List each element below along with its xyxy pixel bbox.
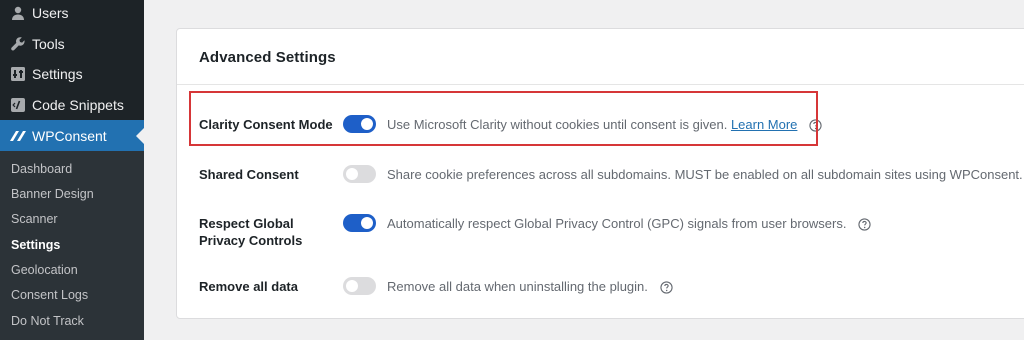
setting-label: Respect Global Privacy Controls	[199, 216, 303, 248]
submenu-item-consent-logs[interactable]: Consent Logs	[11, 288, 88, 302]
submenu-item-dashboard[interactable]: Dashboard	[11, 162, 72, 176]
highlight-annotation	[189, 91, 818, 146]
menu-item-label: Code Snippets	[32, 96, 124, 113]
description-text: Share cookie preferences across all subd…	[387, 167, 1023, 182]
help-icon[interactable]	[659, 281, 673, 294]
setting-description: Share cookie preferences across all subd…	[387, 167, 1024, 182]
menu-item-label: WPConsent	[32, 127, 107, 144]
remove-all-data-toggle[interactable]	[343, 277, 376, 295]
settings-icon	[8, 64, 28, 84]
setting-label: Shared Consent	[199, 167, 299, 182]
setting-label: Remove all data	[199, 279, 298, 294]
code-snippets-icon	[8, 95, 28, 115]
submenu-item-geolocation[interactable]: Geolocation	[11, 263, 78, 277]
menu-item-wpconsent[interactable]: WPConsent	[0, 120, 144, 151]
shared-consent-toggle[interactable]	[343, 165, 376, 183]
respect-gpc-toggle[interactable]	[343, 214, 376, 232]
toggle-knob	[346, 280, 358, 292]
toggle-knob	[346, 168, 358, 180]
submenu-item-settings[interactable]: Settings	[11, 238, 60, 252]
wrench-icon	[8, 34, 28, 54]
submenu-item-banner-design[interactable]: Banner Design	[11, 187, 94, 201]
menu-item-settings[interactable]: Settings	[0, 58, 144, 89]
wpconsent-submenu: Dashboard Banner Design Scanner Settings…	[0, 151, 144, 340]
menu-item-label: Users	[32, 4, 69, 21]
admin-sidebar: Users Tools Settings Code Snippets WPCon…	[0, 0, 144, 340]
setting-description: Remove all data when uninstalling the pl…	[387, 279, 673, 294]
menu-item-code-snippets[interactable]: Code Snippets	[0, 89, 144, 120]
menu-item-label: Tools	[32, 35, 65, 52]
submenu-item-scanner[interactable]: Scanner	[11, 212, 58, 226]
advanced-settings-panel: Advanced Settings Clarity Consent Mode U…	[176, 28, 1024, 319]
menu-item-label: Settings	[32, 65, 83, 82]
users-icon	[8, 3, 28, 23]
active-indicator	[136, 127, 144, 144]
panel-title: Advanced Settings	[199, 49, 336, 66]
toggle-knob	[361, 217, 373, 229]
menu-item-users[interactable]: Users	[0, 0, 144, 28]
help-icon[interactable]	[858, 218, 871, 231]
setting-description: Automatically respect Global Privacy Con…	[387, 216, 871, 231]
submenu-item-do-not-track[interactable]: Do Not Track	[11, 314, 84, 328]
wpconsent-logo-icon	[8, 126, 28, 146]
description-text: Remove all data when uninstalling the pl…	[387, 279, 648, 294]
divider	[177, 84, 1024, 85]
menu-item-tools[interactable]: Tools	[0, 28, 144, 59]
description-text: Automatically respect Global Privacy Con…	[387, 216, 847, 231]
